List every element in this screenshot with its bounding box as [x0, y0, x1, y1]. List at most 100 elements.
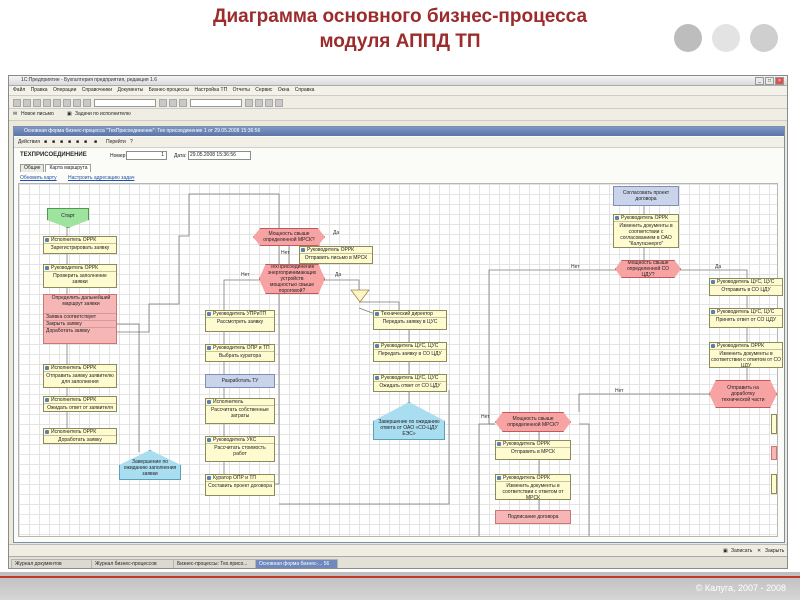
menu-tp-settings[interactable]: Настройка ТП [195, 86, 228, 95]
task-icon[interactable]: ▣ [67, 111, 72, 117]
task-choose-curator[interactable]: Руководитель ОПР и ТП Выбрать куратора [205, 344, 275, 362]
task-send-mrsk[interactable]: Руководитель ОРРК Отправить в МРСК [495, 440, 571, 460]
task-role: Руководитель ОРРК [300, 247, 372, 254]
route-option-rework[interactable]: Доработать заявку [44, 328, 116, 334]
menu-business-processes[interactable]: Бизнес-процессы [149, 86, 190, 95]
condition-threshold-power[interactable]: ТехПрисоединение энергопринимающих устро… [259, 264, 325, 294]
close-icon[interactable]: ✕ [757, 548, 761, 554]
tasks-by-executor-button[interactable]: Задачи по исполнителю [75, 111, 131, 117]
task-send-to-applicant[interactable]: Исполнитель ОРРК Отправить заявку заявите… [43, 364, 117, 388]
action-tool-icon[interactable]: ■ [68, 139, 71, 145]
menu-edit[interactable]: Правка [31, 86, 48, 95]
task-develop-tu[interactable]: Разработать ТУ [205, 374, 275, 388]
task-change-docs-mrsk[interactable]: Руководитель ОРРК Изменить документы в со… [495, 474, 571, 500]
refresh-map-link[interactable]: Обновить карту [20, 175, 57, 181]
tab-route-map[interactable]: Карта маршрута [45, 164, 92, 172]
list-icon[interactable] [265, 99, 273, 107]
task-role: Руководитель ОРРК [496, 441, 570, 448]
help-icon[interactable]: ? [130, 139, 133, 145]
tab-general[interactable]: Общие [20, 164, 45, 172]
mail-icon[interactable]: ✉ [13, 111, 17, 117]
taskbar-item-main-form[interactable]: Основная форма бизнес-... 56 [255, 559, 338, 568]
route-option-ok[interactable]: Заявка соответствует [44, 314, 116, 321]
date-label: Дата: [174, 153, 187, 159]
task-send-so-cdu[interactable]: Руководитель ЦУС, ЦУС Отправить в СО ЦДУ [709, 278, 783, 296]
action-tool-icon[interactable]: ■ [94, 139, 97, 145]
action-tool-icon[interactable]: ■ [76, 139, 79, 145]
route-option-close[interactable]: Закрыть заявку [44, 321, 116, 328]
task-draft-contract[interactable]: Куратор ОПР и ТП Составить проект договор… [205, 474, 275, 496]
open-icon[interactable] [23, 99, 31, 107]
calendar-icon[interactable] [169, 99, 177, 107]
actions-menu[interactable]: Действия [18, 139, 40, 145]
new-letter-button[interactable]: Новое письмо [21, 111, 54, 117]
menu-reports[interactable]: Отчеты [233, 86, 250, 95]
cut-icon[interactable] [43, 99, 51, 107]
menu-windows[interactable]: Окна [278, 86, 290, 95]
task-role: Исполнитель ОРРК [44, 429, 116, 436]
close-icon[interactable]: × [775, 77, 784, 85]
task-text: Ожидать ответ от СО ЦДУ [379, 383, 441, 389]
chart-icon[interactable] [245, 99, 253, 107]
task-send-tech-rework[interactable]: Отправить на доработку технической части [709, 380, 777, 408]
save-icon[interactable] [33, 99, 41, 107]
task-text: Составить проект договора [208, 483, 272, 489]
route-decision-box[interactable]: Определить дальнейший маршрут заявки Зая… [43, 294, 117, 344]
minimize-icon[interactable]: _ [755, 77, 764, 85]
condition-power-mrsk[interactable]: Мощность свыше определенной МРСК? [253, 228, 325, 246]
edge-label-no: Нет [481, 414, 490, 420]
action-tool-icon[interactable]: ■ [84, 139, 87, 145]
task-review-application[interactable]: Руководитель УПРиТП Рассмотреть заявку [205, 310, 275, 332]
taskbar-item-bp-journal[interactable]: Журнал бизнес-процессов [91, 559, 174, 568]
maximize-icon[interactable]: □ [765, 77, 774, 85]
paste-icon[interactable] [63, 99, 71, 107]
taskbar-item-bp-techprisoed[interactable]: Бизнес-процессы: Тех.присо... [173, 559, 256, 568]
task-change-docs-kaluga[interactable]: Руководитель ОРРК Изменить документы в со… [613, 214, 679, 248]
task-calc-own-costs[interactable]: Исполнитель Рассчитать собственные затрат… [205, 398, 275, 424]
task-wait-applicant[interactable]: Исполнитель ОРРК Ожидать ответ от заявите… [43, 396, 117, 412]
menu-file[interactable]: Файл [13, 86, 25, 95]
condition-power-mrsk-2[interactable]: Мощность свыше определенной МРСК? [495, 412, 571, 432]
task-approve-contract[interactable]: Согласовать проект договора [613, 186, 679, 206]
goto-menu[interactable]: Перейти [106, 139, 126, 145]
date-field[interactable]: 29.05.2008 15:36:56 [188, 151, 251, 160]
task-wait-so-cdu[interactable]: Руководитель ЦУС, ЦУС Ожидать ответ от СО… [373, 374, 447, 392]
new-icon[interactable] [13, 99, 21, 107]
task-pass-to-cus[interactable]: Технический директор Передать заявку в ЦУ… [373, 310, 447, 330]
task-letter-mrsk[interactable]: Руководитель ОРРК Отправить письмо в МРСК [299, 246, 373, 264]
task-calc-work-cost[interactable]: Руководитель УКС Рассчитать стоимость раб… [205, 436, 275, 462]
copy-icon[interactable] [53, 99, 61, 107]
calc-icon[interactable] [159, 99, 167, 107]
table-icon[interactable] [255, 99, 263, 107]
task-addressing-link[interactable]: Настроить адресацию задач [68, 175, 134, 181]
find-icon[interactable] [83, 99, 91, 107]
task-check-application[interactable]: Руководитель ОРРК Проверить заполнение за… [43, 264, 117, 288]
task-rework-application[interactable]: Исполнитель ОРРК Доработать заявку [43, 428, 117, 444]
close-button[interactable]: Закрыть [765, 548, 784, 554]
save-button[interactable]: Записать [731, 548, 752, 554]
number-field[interactable]: 1 [126, 151, 167, 160]
save-icon[interactable]: ▣ [723, 548, 728, 554]
task-change-docs-so-cdu[interactable]: Руководитель ОРРК Изменить документы в со… [709, 342, 783, 368]
task-text: Рассчитать собственные затраты [211, 407, 269, 419]
task-sign-contract[interactable]: Подписание договора [495, 510, 571, 524]
menu-documents[interactable]: Документы [117, 86, 143, 95]
task-receive-so-cdu[interactable]: Руководитель ЦУС, ЦУС Принять ответ от СО… [709, 308, 783, 328]
help-icon[interactable] [179, 99, 187, 107]
info-icon[interactable] [275, 99, 283, 107]
task-register-application[interactable]: Исполнитель ОРРК Зарегистрировать заявку [43, 236, 117, 254]
menu-service[interactable]: Сервис [255, 86, 272, 95]
search-combo[interactable] [94, 99, 156, 107]
menu-operations[interactable]: Операции [53, 86, 76, 95]
taskbar-item-doc-journal[interactable]: Журнал документов [11, 559, 92, 568]
action-tool-icon[interactable]: ■ [60, 139, 63, 145]
print-icon[interactable] [73, 99, 81, 107]
menu-catalogs[interactable]: Справочники [82, 86, 112, 95]
task-pass-to-so-cdu[interactable]: Руководитель ЦУС, ЦУС Передать заявку в С… [373, 342, 447, 362]
condition-power-so-cdu[interactable]: Мощность свыше определенной СО ЦДУ? [615, 260, 681, 278]
action-tool-icon[interactable]: ■ [52, 139, 55, 145]
toolbar-field[interactable] [190, 99, 242, 107]
menu-help[interactable]: Справка [295, 86, 315, 95]
action-tool-icon[interactable]: ■ [44, 139, 47, 145]
task-text: Принять ответ от СО ЦДУ [715, 317, 777, 323]
